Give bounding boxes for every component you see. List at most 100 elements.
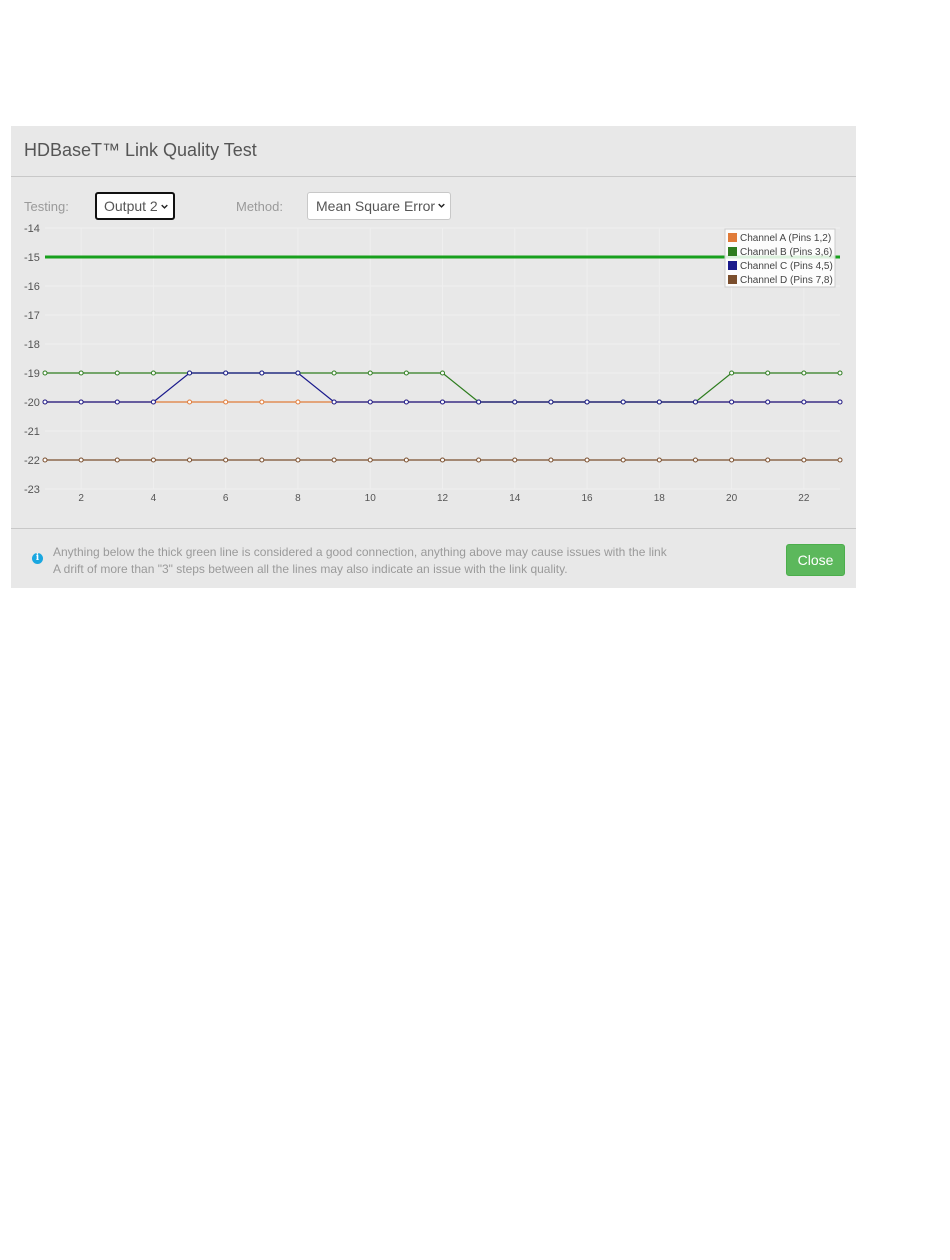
data-point bbox=[656, 457, 662, 463]
data-point bbox=[259, 399, 265, 405]
method-select-value: Mean Square Error bbox=[316, 198, 436, 214]
data-point bbox=[729, 399, 735, 405]
data-point bbox=[440, 370, 445, 376]
data-point bbox=[656, 399, 662, 405]
data-point bbox=[187, 370, 193, 376]
data-point bbox=[440, 399, 445, 405]
data-point bbox=[42, 457, 48, 463]
y-tick-label: -18 bbox=[24, 339, 40, 351]
x-tick-label: 6 bbox=[223, 493, 229, 504]
data-point bbox=[548, 399, 554, 405]
x-tick-label: 8 bbox=[295, 493, 301, 504]
legend-label: Channel C (Pins 4,5) bbox=[740, 261, 833, 272]
data-point bbox=[765, 370, 771, 376]
data-point bbox=[42, 370, 48, 376]
data-point bbox=[295, 457, 301, 463]
legend-swatch bbox=[728, 261, 737, 270]
data-point bbox=[259, 370, 265, 376]
data-point bbox=[403, 399, 409, 405]
y-tick-label: -17 bbox=[24, 310, 40, 322]
y-tick-label: -23 bbox=[24, 484, 40, 496]
data-point bbox=[729, 457, 735, 463]
legend-label: Channel A (Pins 1,2) bbox=[740, 233, 831, 244]
data-point bbox=[620, 457, 626, 463]
data-point bbox=[114, 457, 120, 463]
data-point bbox=[187, 399, 193, 405]
data-point bbox=[765, 457, 771, 463]
link-quality-chart: -14 -15 -16 -17 -18 -19 -20 -21 -22 -23 2 4 6 8 10 12 14… bbox=[24, 223, 843, 504]
data-point bbox=[403, 457, 409, 463]
data-point bbox=[801, 457, 807, 463]
data-point bbox=[78, 457, 84, 463]
data-point bbox=[548, 457, 554, 463]
data-point bbox=[440, 457, 445, 463]
x-tick-label: 20 bbox=[726, 493, 738, 504]
data-point bbox=[223, 370, 229, 376]
data-point bbox=[223, 457, 229, 463]
y-tick-label: -14 bbox=[24, 223, 40, 235]
data-point bbox=[150, 457, 156, 463]
data-point bbox=[331, 457, 337, 463]
x-tick-label: 10 bbox=[365, 493, 377, 504]
data-point bbox=[367, 370, 373, 376]
data-point bbox=[187, 457, 193, 463]
data-point bbox=[114, 370, 120, 376]
data-point bbox=[837, 399, 843, 405]
data-point bbox=[403, 370, 409, 376]
x-tick-label: 16 bbox=[581, 493, 593, 504]
data-point bbox=[150, 399, 156, 405]
legend-label: Channel B (Pins 3,6) bbox=[740, 247, 832, 258]
data-point bbox=[367, 399, 373, 405]
y-tick-label: -19 bbox=[24, 368, 40, 380]
data-point bbox=[331, 370, 337, 376]
data-point bbox=[837, 457, 843, 463]
data-point bbox=[584, 457, 590, 463]
data-point bbox=[512, 457, 518, 463]
y-tick-label: -20 bbox=[24, 397, 40, 409]
dialog-header: HDBaseT™ Link Quality Test bbox=[11, 126, 856, 177]
x-tick-label: 22 bbox=[798, 493, 810, 504]
data-point bbox=[801, 370, 807, 376]
data-point bbox=[78, 399, 84, 405]
chevron-down-icon bbox=[438, 203, 445, 208]
dialog-footer: i Anything below the thick green line is… bbox=[11, 528, 856, 588]
testing-label: Testing: bbox=[24, 199, 69, 214]
data-point bbox=[801, 399, 807, 405]
footer-note-line2: A drift of more than "3" steps between a… bbox=[53, 562, 568, 576]
x-tick-label: 14 bbox=[509, 493, 521, 504]
data-point bbox=[78, 370, 84, 376]
x-tick-label: 18 bbox=[654, 493, 666, 504]
y-tick-label: -16 bbox=[24, 281, 40, 293]
info-circle-icon: i bbox=[32, 553, 43, 564]
chevron-down-icon bbox=[161, 204, 168, 209]
data-point bbox=[692, 457, 698, 463]
y-tick-label: -22 bbox=[24, 455, 40, 467]
data-point bbox=[331, 399, 337, 405]
y-tick-label: -21 bbox=[24, 426, 40, 438]
data-point bbox=[692, 399, 698, 405]
footer-note-line1: Anything below the thick green line is c… bbox=[53, 545, 667, 559]
data-point bbox=[476, 399, 482, 405]
y-tick-label: -15 bbox=[24, 252, 40, 264]
data-point bbox=[42, 399, 48, 405]
test-controls: Testing: Output 2 Method: Mean Square Er… bbox=[24, 192, 844, 220]
legend-swatch bbox=[728, 247, 737, 256]
close-button[interactable]: Close bbox=[786, 544, 845, 576]
data-point bbox=[476, 457, 482, 463]
data-point bbox=[295, 370, 301, 376]
data-point bbox=[295, 399, 301, 405]
data-point bbox=[584, 399, 590, 405]
method-label: Method: bbox=[236, 199, 283, 214]
data-point bbox=[729, 370, 735, 376]
x-tick-label: 4 bbox=[151, 493, 157, 504]
legend-label: Channel D (Pins 7,8) bbox=[740, 275, 833, 286]
legend-swatch bbox=[728, 233, 737, 242]
data-point bbox=[837, 370, 843, 376]
link-quality-dialog: HDBaseT™ Link Quality Test Testing: Outp… bbox=[11, 126, 856, 588]
testing-select[interactable]: Output 2 bbox=[95, 192, 175, 220]
testing-select-value: Output 2 bbox=[104, 198, 158, 214]
data-point bbox=[114, 399, 120, 405]
data-point bbox=[150, 370, 156, 376]
method-select[interactable]: Mean Square Error bbox=[307, 192, 451, 220]
data-point bbox=[259, 457, 265, 463]
